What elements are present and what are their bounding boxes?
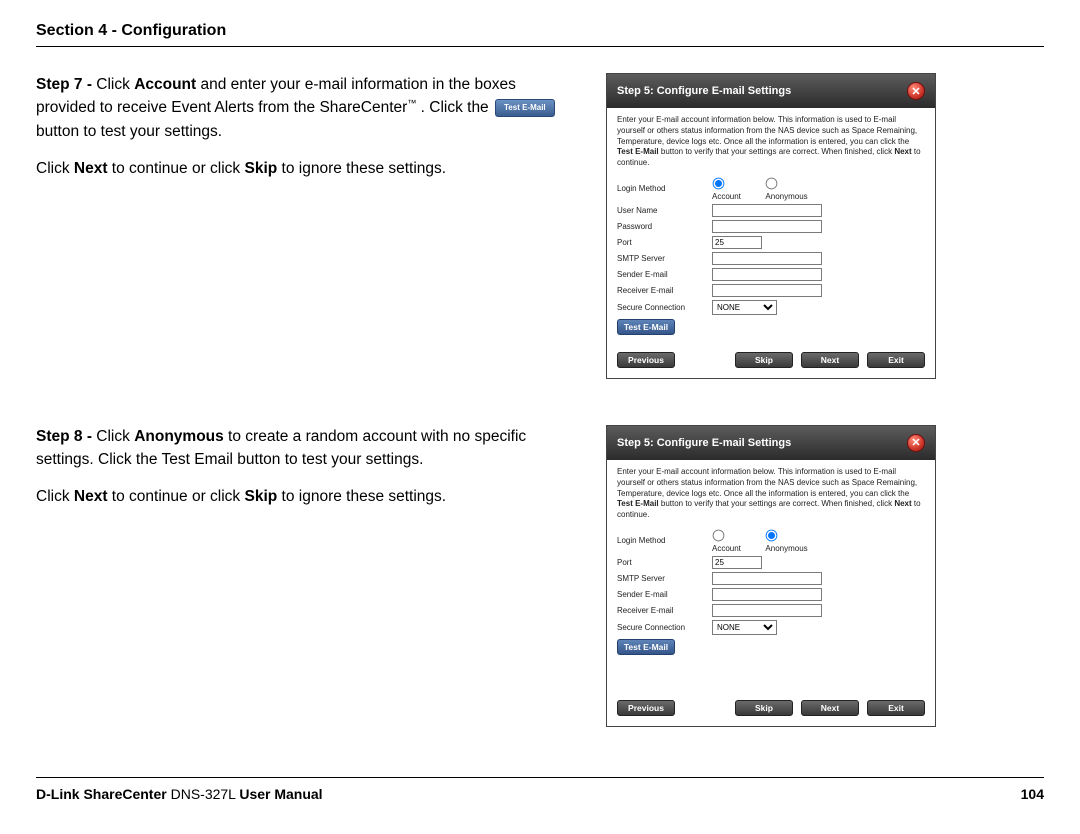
exit-button[interactable]: Exit [867, 352, 925, 368]
dialog-description: Enter your E-mail account information be… [617, 115, 925, 169]
label-username: User Name [617, 206, 712, 215]
label-port: Port [617, 558, 712, 567]
select-secure[interactable]: NONE [712, 620, 777, 635]
test-email-button[interactable]: Test E-Mail [617, 319, 675, 335]
dialog-title: Step 5: Configure E-mail Settings [617, 85, 791, 97]
footer-model: DNS-327L [167, 786, 240, 802]
label-receiver: Receiver E-mail [617, 606, 712, 615]
previous-button[interactable]: Previous [617, 700, 675, 716]
input-password[interactable] [712, 220, 822, 233]
close-icon[interactable]: ✕ [907, 82, 925, 100]
input-receiver[interactable] [712, 604, 822, 617]
step8-text: Step 8 - Click Anonymous to create a ran… [36, 425, 576, 523]
input-smtp[interactable] [712, 252, 822, 265]
step7-text: Step 7 - Click Account and enter your e-… [36, 73, 576, 194]
page-footer: D-Link ShareCenter DNS-327L User Manual … [36, 777, 1044, 802]
input-port[interactable] [712, 556, 762, 569]
input-port[interactable] [712, 236, 762, 249]
input-sender[interactable] [712, 588, 822, 601]
page-number: 104 [1021, 786, 1044, 802]
previous-button[interactable]: Previous [617, 352, 675, 368]
label-login-method: Login Method [617, 184, 712, 193]
inline-test-email-button: Test E-Mail [495, 99, 555, 117]
test-email-button[interactable]: Test E-Mail [617, 639, 675, 655]
footer-brand: D-Link ShareCenter [36, 786, 167, 802]
step8-lead: Step 8 - [36, 428, 92, 445]
skip-button[interactable]: Skip [735, 700, 793, 716]
section-header: Section 4 - Configuration [36, 22, 1044, 47]
label-login-method: Login Method [617, 536, 712, 545]
exit-button[interactable]: Exit [867, 700, 925, 716]
label-sender: Sender E-mail [617, 270, 712, 279]
radio-anonymous[interactable] [766, 530, 778, 542]
close-icon[interactable]: ✕ [907, 434, 925, 452]
label-password: Password [617, 222, 712, 231]
label-sender: Sender E-mail [617, 590, 712, 599]
radio-account[interactable] [713, 178, 725, 190]
label-secure: Secure Connection [617, 303, 712, 312]
select-secure[interactable]: NONE [712, 300, 777, 315]
input-smtp[interactable] [712, 572, 822, 585]
dialog-title: Step 5: Configure E-mail Settings [617, 437, 791, 449]
input-sender[interactable] [712, 268, 822, 281]
step7-row: Step 7 - Click Account and enter your e-… [36, 73, 1044, 379]
next-button[interactable]: Next [801, 352, 859, 368]
radio-account[interactable] [713, 530, 725, 542]
label-smtp: SMTP Server [617, 574, 712, 583]
step7-lead: Step 7 - [36, 76, 92, 93]
radio-anonymous[interactable] [766, 178, 778, 190]
screenshot-anonymous: Step 5: Configure E-mail Settings ✕ Ente… [606, 425, 936, 727]
input-receiver[interactable] [712, 284, 822, 297]
screenshot-account: Step 5: Configure E-mail Settings ✕ Ente… [606, 73, 936, 379]
label-port: Port [617, 238, 712, 247]
footer-suffix: User Manual [239, 786, 322, 802]
dialog-description: Enter your E-mail account information be… [617, 467, 925, 521]
label-secure: Secure Connection [617, 623, 712, 632]
label-smtp: SMTP Server [617, 254, 712, 263]
label-receiver: Receiver E-mail [617, 286, 712, 295]
step8-row: Step 8 - Click Anonymous to create a ran… [36, 425, 1044, 727]
skip-button[interactable]: Skip [735, 352, 793, 368]
input-username[interactable] [712, 204, 822, 217]
next-button[interactable]: Next [801, 700, 859, 716]
